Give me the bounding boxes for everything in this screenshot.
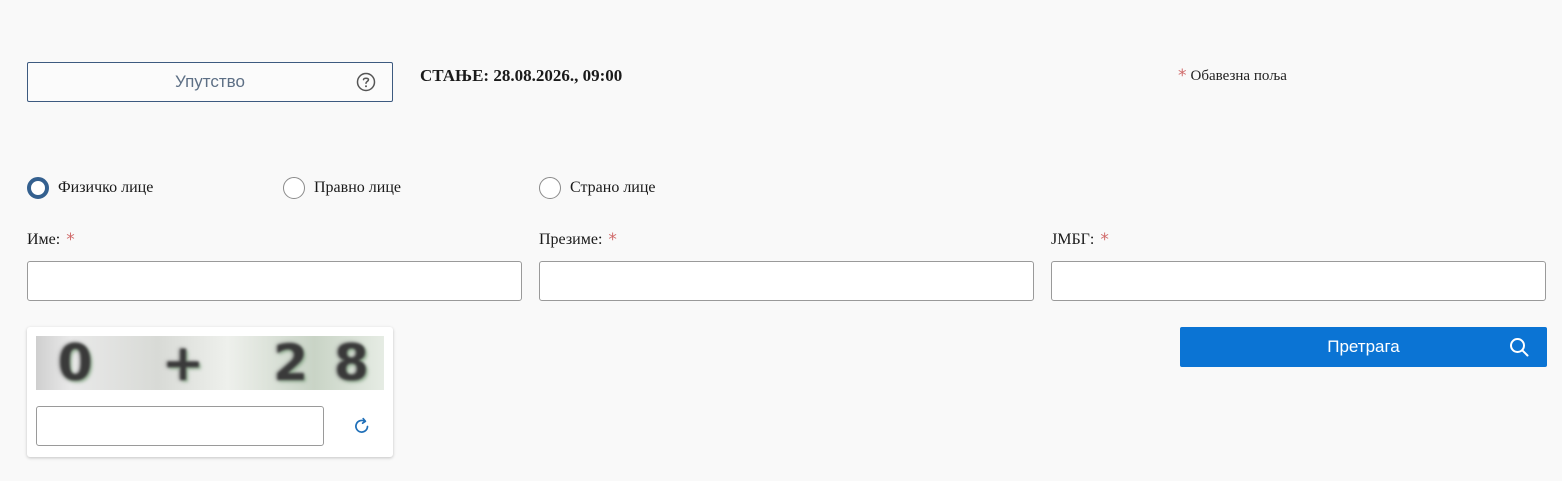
help-circle-icon	[356, 72, 376, 92]
radio-unchecked-indicator[interactable]	[539, 177, 561, 199]
captcha-input[interactable]	[36, 406, 324, 446]
required-asterisk: *	[66, 230, 75, 250]
last-name-input[interactable]	[539, 261, 1034, 301]
search-icon	[1510, 338, 1529, 357]
refresh-icon[interactable]	[352, 416, 372, 436]
status-timestamp: СТАЊЕ: 28.08.2026., 09:00	[420, 66, 623, 85]
radio-natural-person[interactable]: Физичко лице	[27, 177, 153, 199]
captcha-image: 0 + 282	[36, 336, 384, 390]
required-note-text: Обавезна поља	[1190, 67, 1287, 84]
guide-button-label: Упутство	[175, 72, 245, 91]
first-name-input[interactable]	[27, 261, 522, 301]
radio-legal-entity-label: Правно лице	[314, 179, 401, 196]
jmbg-label-text: ЈМБГ:	[1051, 231, 1095, 248]
radio-foreign-person[interactable]: Страно лице	[539, 177, 656, 199]
required-asterisk: *	[608, 230, 617, 250]
last-name-label-text: Презиме:	[539, 231, 603, 248]
guide-button[interactable]: Упутство	[27, 62, 393, 102]
radio-foreign-person-label: Страно лице	[570, 179, 656, 196]
captcha-panel: 0 + 282	[27, 327, 393, 457]
first-name-label: Име: *	[27, 230, 75, 250]
jmbg-input[interactable]	[1051, 261, 1546, 301]
radio-checked-indicator[interactable]	[27, 177, 49, 199]
required-fields-note: * Обавезна поља	[1178, 66, 1287, 86]
jmbg-label: ЈМБГ: *	[1051, 230, 1109, 250]
last-name-label: Презиме: *	[539, 230, 617, 250]
first-name-label-text: Име:	[27, 231, 61, 248]
radio-legal-entity[interactable]: Правно лице	[283, 177, 401, 199]
required-asterisk: *	[1178, 66, 1187, 86]
search-button[interactable]: Претрага	[1180, 327, 1547, 367]
radio-natural-person-label: Физичко лице	[58, 179, 154, 196]
radio-unchecked-indicator[interactable]	[283, 177, 305, 199]
required-asterisk: *	[1100, 230, 1109, 250]
captcha-image-text: 0 + 282	[58, 336, 384, 390]
search-button-label: Претрага	[1327, 337, 1400, 356]
